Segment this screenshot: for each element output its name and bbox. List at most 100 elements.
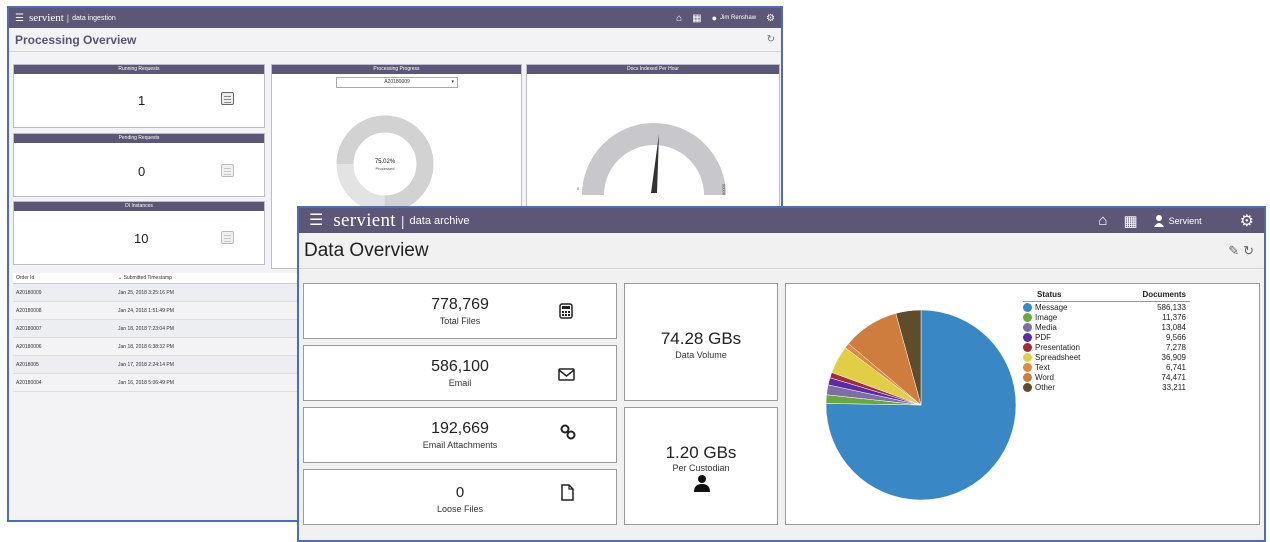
refresh-icon[interactable]: ↻ xyxy=(767,34,775,45)
running-requests-panel: Running Requests 1 xyxy=(13,64,265,128)
user-icon: ● xyxy=(711,13,718,23)
refresh-icon[interactable]: ↻ xyxy=(1243,243,1254,259)
calculator-icon xyxy=(559,303,573,319)
order-id-cell: A20180008 xyxy=(16,307,42,314)
email-card: 586,100 Email xyxy=(303,345,617,401)
legend-value: 6,741 xyxy=(1165,362,1186,372)
order-id-cell: A20180009 xyxy=(16,289,42,296)
legend-value: 33,211 xyxy=(1162,382,1186,392)
panel-header: Running Requests xyxy=(14,65,264,74)
timestamp-cell: Jan 18, 2018 7:23:04 PM xyxy=(118,325,174,332)
legend-label: Image xyxy=(1035,312,1058,322)
di-instances-value: 10 xyxy=(134,231,149,246)
legend-label: Word xyxy=(1035,372,1054,382)
loose-files-card: 0 Loose Files xyxy=(303,469,617,525)
legend-swatch xyxy=(1023,382,1032,392)
pending-requests-panel: Pending Requests 0 xyxy=(13,133,265,197)
data-volume-value: 74.28 GBs xyxy=(660,329,742,348)
per-custodian-value: 1.20 GBs xyxy=(665,443,737,462)
legend-item[interactable]: Image 11,376 xyxy=(1023,312,1190,322)
legend-status-header: Status xyxy=(1037,290,1062,299)
panel-header: DI Instances xyxy=(14,202,264,211)
page-title: Processing Overview xyxy=(15,32,137,47)
legend-label: Spreadsheet xyxy=(1035,352,1081,362)
legend-item[interactable]: PDF 9,566 xyxy=(1023,332,1190,342)
legend-value: 586,133 xyxy=(1157,302,1186,312)
gauge-max-label: 50000 xyxy=(721,183,726,195)
apps-grid-icon[interactable]: ▦ xyxy=(1123,212,1137,230)
user-menu[interactable]: Servient xyxy=(1153,214,1202,227)
di-instances-panel: DI Instances 10 xyxy=(13,201,265,265)
hamburger-menu-icon[interactable]: ☰ xyxy=(309,212,323,229)
document-status-chart-card: Status Documents Message 586,133 Image 11,3… xyxy=(785,283,1260,525)
home-icon[interactable]: ⌂ xyxy=(676,13,682,24)
table-row[interactable]: A20180008 Jan 24, 2018 1:51:49 PM xyxy=(13,302,305,320)
legend-item[interactable]: Media 13,084 xyxy=(1023,322,1190,332)
legend-item[interactable]: Other 33,211 xyxy=(1023,382,1190,392)
edit-icon[interactable]: ✎ xyxy=(1228,243,1239,259)
data-volume-label: Data Volume xyxy=(675,350,727,360)
list-icon xyxy=(221,164,234,177)
gauge-min-label: 0 xyxy=(577,186,580,191)
app-name: data ingestion xyxy=(72,14,116,22)
ingestion-top-bar: ☰ servient | data ingestion ⌂ ▦ ● Jim Re… xyxy=(9,8,781,28)
legend-documents-header: Documents xyxy=(1142,290,1186,299)
brand-logo: servient xyxy=(333,209,396,231)
document-icon xyxy=(561,484,574,501)
table-row[interactable]: A20180004 Jan 16, 2018 5:06:49 PM xyxy=(13,374,305,392)
order-id-cell: A20180006 xyxy=(16,343,42,350)
panel-header: Pending Requests xyxy=(14,134,264,143)
legend-swatch xyxy=(1023,312,1032,322)
gear-icon[interactable]: ⚙ xyxy=(1240,211,1254,231)
legend-item[interactable]: Message 586,133 xyxy=(1023,302,1190,312)
legend-value: 7,278 xyxy=(1165,342,1186,352)
link-icon xyxy=(560,424,576,440)
timestamp-cell: Jan 18, 2018 6:38:32 PM xyxy=(118,343,174,350)
table-row[interactable]: A20180009 Jan 25, 2018 3:25:16 PM xyxy=(13,284,305,302)
gear-icon[interactable]: ⚙ xyxy=(766,13,775,24)
user-icon xyxy=(1153,214,1164,227)
legend-swatch xyxy=(1023,362,1032,372)
table-row[interactable]: A2018005 Jan 17, 2018 2:24:14 PM xyxy=(13,356,305,374)
server-icon xyxy=(221,231,234,244)
home-icon[interactable]: ⌂ xyxy=(1098,212,1107,229)
user-name: Jim Renshaw xyxy=(720,15,757,21)
legend-swatch xyxy=(1023,332,1032,342)
legend-label: Text xyxy=(1035,362,1050,372)
legend-item[interactable]: Word 74,471 xyxy=(1023,372,1190,382)
legend-value: 11,376 xyxy=(1162,312,1186,322)
table-row[interactable]: A20180007 Jan 18, 2018 7:23:04 PM xyxy=(13,320,305,338)
column-header[interactable]: ⌄ Submitted Timestamp xyxy=(118,275,305,281)
calculator-icon xyxy=(221,92,234,105)
per-custodian-label: Per Custodian xyxy=(672,463,730,473)
hamburger-menu-icon[interactable]: ☰ xyxy=(15,13,24,24)
legend-value: 74,471 xyxy=(1161,372,1186,382)
user-menu[interactable]: ● Jim Renshaw xyxy=(712,13,756,23)
email-attachments-card: 192,669 Email Attachments xyxy=(303,407,617,463)
order-id-cell: A2018005 xyxy=(16,361,39,368)
user-name: Servient xyxy=(1168,215,1202,226)
archive-title-bar: Data Overview ✎ ↻ xyxy=(299,233,1264,269)
loose-files-label: Loose Files xyxy=(436,504,484,514)
user-icon xyxy=(694,475,710,492)
chart-legend: Status Documents Message 586,133 Image 11,3… xyxy=(1023,290,1190,392)
table-header: Order Id ⌄ Submitted Timestamp xyxy=(13,273,305,284)
legend-value: 36,909 xyxy=(1161,352,1186,362)
data-archive-window: ☰ servient | data archive ⌂ ▦ Servient ⚙… xyxy=(297,206,1266,542)
ingestion-title-bar: Processing Overview ↻ xyxy=(9,28,781,52)
column-header[interactable]: Order Id xyxy=(13,275,118,281)
legend-item[interactable]: Spreadsheet 36,909 xyxy=(1023,352,1190,362)
legend-item[interactable]: Text 6,741 xyxy=(1023,362,1190,372)
legend-label: Message xyxy=(1035,302,1068,312)
order-id-cell: A20180004 xyxy=(16,379,42,386)
timestamp-cell: Jan 25, 2018 3:25:16 PM xyxy=(118,289,174,296)
running-requests-value: 1 xyxy=(138,93,146,108)
table-row[interactable]: A20180006 Jan 18, 2018 6:38:32 PM xyxy=(13,338,305,356)
apps-grid-icon[interactable]: ▦ xyxy=(692,13,701,24)
document-status-pie-chart xyxy=(825,309,1016,501)
legend-item[interactable]: Presentation 7,278 xyxy=(1023,342,1190,352)
archive-top-bar: ☰ servient | data archive ⌂ ▦ Servient ⚙ xyxy=(299,208,1264,233)
legend-header: Status Documents xyxy=(1023,290,1190,302)
legend-swatch xyxy=(1023,322,1032,332)
progress-sub-label: Processed xyxy=(376,166,395,171)
